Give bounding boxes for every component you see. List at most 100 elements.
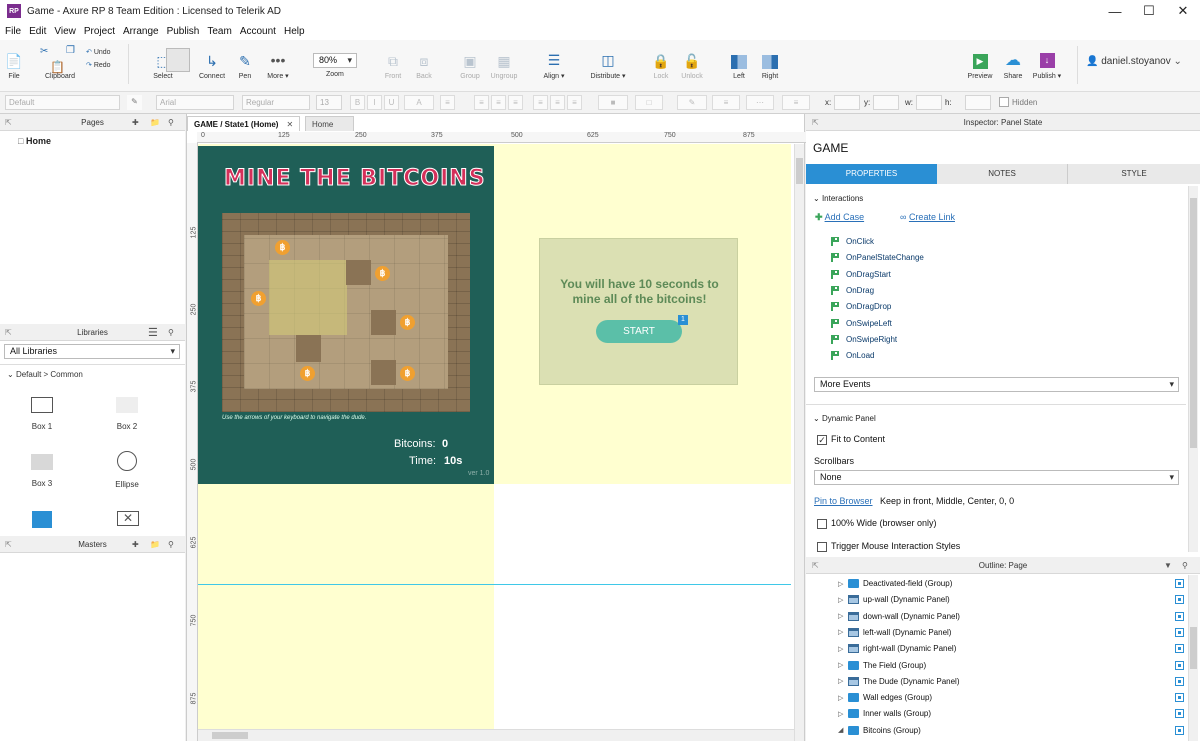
- tab-properties[interactable]: PROPERTIES: [806, 164, 937, 184]
- outline-item[interactable]: ▷ left-wall (Dynamic Panel): [838, 625, 951, 640]
- collapse-icon[interactable]: ⇱: [812, 561, 819, 570]
- outline-item[interactable]: ▷ right-wall (Dynamic Panel): [838, 641, 956, 656]
- collapse-icon[interactable]: ⇱: [5, 118, 12, 127]
- page-item-home[interactable]: □ Home: [18, 136, 51, 146]
- inspector-scrollbar[interactable]: [1188, 186, 1198, 552]
- tab-game-state1[interactable]: GAME / State1 (Home) ✕: [187, 116, 301, 131]
- create-link-link[interactable]: ∞ Create Link: [900, 212, 955, 222]
- share-button[interactable]: ☁ Share: [1001, 40, 1025, 92]
- select-mode-active[interactable]: [166, 48, 190, 72]
- scroll-thumb[interactable]: [212, 732, 248, 739]
- visibility-toggle-icon[interactable]: [1175, 660, 1184, 670]
- event-ondragdrop[interactable]: OnDragDrop: [846, 302, 891, 311]
- more-events-select[interactable]: More Events: [814, 377, 1179, 392]
- line-color-icon[interactable]: ✎: [677, 95, 707, 110]
- event-onpanelstatechange[interactable]: OnPanelStateChange: [846, 253, 924, 262]
- expand-icon[interactable]: ▷: [838, 612, 846, 620]
- back-button[interactable]: ⧈ Back: [413, 40, 435, 92]
- event-onload[interactable]: OnLoad: [846, 351, 874, 360]
- menu-project[interactable]: Project: [84, 26, 115, 37]
- line-style-icon[interactable]: ⋯: [746, 95, 774, 110]
- font-select[interactable]: Arial: [156, 95, 234, 110]
- outline-scrollbar[interactable]: [1188, 575, 1198, 741]
- shadow-icon[interactable]: □: [635, 95, 663, 110]
- menu-view[interactable]: View: [54, 26, 76, 37]
- pen-button[interactable]: ✎ Pen: [233, 40, 257, 92]
- collapse-icon[interactable]: ⇱: [812, 118, 819, 127]
- interactions-section[interactable]: ⌄ Interactions: [813, 194, 863, 203]
- libraries-scrollbar[interactable]: [174, 366, 184, 536]
- widget-box2[interactable]: Box 2: [97, 397, 157, 431]
- scroll-thumb[interactable]: [796, 158, 803, 184]
- zoom-select[interactable]: 80%: [313, 53, 357, 68]
- lock-button[interactable]: 🔒 Lock: [651, 40, 671, 92]
- close-icon[interactable]: ✕: [286, 120, 293, 129]
- expand-icon[interactable]: ▷: [838, 677, 846, 685]
- hamburger-icon[interactable]: ☰: [148, 326, 158, 339]
- expand-icon[interactable]: ▷: [838, 596, 846, 604]
- outline-item[interactable]: ▷ Wall edges (Group): [838, 690, 932, 705]
- align-right-icon[interactable]: ≡: [508, 95, 523, 110]
- bold-icon[interactable]: B: [350, 95, 365, 110]
- canvas-horizontal-scrollbar[interactable]: [198, 729, 794, 741]
- tab-style[interactable]: STYLE: [1068, 164, 1200, 184]
- outline-item[interactable]: ◢ Bitcoins (Group): [838, 723, 921, 738]
- pin-to-browser-link[interactable]: Pin to Browser: [814, 496, 873, 506]
- w-input[interactable]: [916, 95, 942, 110]
- weight-select[interactable]: Regular: [242, 95, 310, 110]
- bullet-icon[interactable]: ≡: [440, 95, 455, 110]
- connect-button[interactable]: ↳ Connect: [197, 40, 227, 92]
- align-center-icon[interactable]: ≡: [491, 95, 506, 110]
- hidden-checkbox[interactable]: [999, 97, 1009, 107]
- game-panel[interactable]: MINE THE BITCOINS ฿ ฿ ฿ ฿ ฿ ฿ Use the ar…: [198, 146, 494, 484]
- copy-icon[interactable]: ❐: [66, 45, 76, 56]
- y-input[interactable]: [873, 95, 899, 110]
- text-color-icon[interactable]: A: [404, 95, 434, 110]
- expand-icon[interactable]: ▷: [838, 710, 846, 718]
- fit-to-content-checkbox[interactable]: ✓: [817, 435, 827, 445]
- valign-middle-icon[interactable]: ≡: [550, 95, 565, 110]
- widget-box1[interactable]: Box 1: [12, 397, 72, 431]
- add-folder-icon[interactable]: 📁: [150, 118, 160, 127]
- tab-home[interactable]: Home: [305, 116, 355, 131]
- expand-icon[interactable]: ▷: [838, 628, 846, 636]
- style-select[interactable]: Default: [5, 95, 120, 110]
- fill-color-icon[interactable]: ■: [598, 95, 628, 110]
- expand-icon[interactable]: ▷: [838, 580, 846, 588]
- visibility-toggle-icon[interactable]: [1175, 725, 1184, 735]
- visibility-toggle-icon[interactable]: [1175, 644, 1184, 654]
- paste-icon[interactable]: 📋: [50, 60, 65, 74]
- format-painter-icon[interactable]: ✎: [127, 95, 142, 110]
- search-icon[interactable]: ⚲: [168, 540, 174, 549]
- collapse-icon[interactable]: ⇱: [5, 328, 12, 337]
- event-onclick[interactable]: OnClick: [846, 237, 874, 246]
- front-button[interactable]: ⧉ Front: [382, 40, 404, 92]
- menu-edit[interactable]: Edit: [29, 26, 46, 37]
- canvas-vertical-scrollbar[interactable]: [794, 144, 804, 741]
- add-master-icon[interactable]: ✚: [132, 540, 139, 549]
- right-pane-button[interactable]: Right: [760, 40, 780, 92]
- image-widget-icon[interactable]: [32, 511, 52, 528]
- menu-account[interactable]: Account: [240, 26, 276, 37]
- search-icon[interactable]: ⚲: [168, 118, 174, 127]
- maximize-icon[interactable]: ☐: [1132, 0, 1166, 22]
- add-folder-icon[interactable]: 📁: [150, 540, 160, 549]
- expand-icon[interactable]: ▷: [838, 661, 846, 669]
- library-group[interactable]: ⌄ Default > Common: [7, 370, 83, 379]
- italic-icon[interactable]: I: [367, 95, 382, 110]
- close-icon[interactable]: ✕: [1166, 0, 1200, 22]
- outline-item[interactable]: ▷ up-wall (Dynamic Panel): [838, 592, 950, 607]
- visibility-toggle-icon[interactable]: [1175, 579, 1184, 588]
- widget-box3[interactable]: Box 3: [12, 454, 72, 488]
- cut-icon[interactable]: ✂: [40, 46, 50, 57]
- scroll-thumb[interactable]: [1190, 198, 1197, 448]
- widget-name[interactable]: GAME: [813, 141, 848, 155]
- visibility-toggle-icon[interactable]: [1175, 709, 1184, 719]
- valign-top-icon[interactable]: ≡: [533, 95, 548, 110]
- align-left-icon[interactable]: ≡: [474, 95, 489, 110]
- visibility-toggle-icon[interactable]: [1175, 595, 1184, 605]
- left-pane-button[interactable]: Left: [729, 40, 749, 92]
- minimize-icon[interactable]: —: [1098, 0, 1132, 22]
- menu-arrange[interactable]: Arrange: [123, 26, 159, 37]
- more-button[interactable]: ••• More ▾: [264, 40, 292, 92]
